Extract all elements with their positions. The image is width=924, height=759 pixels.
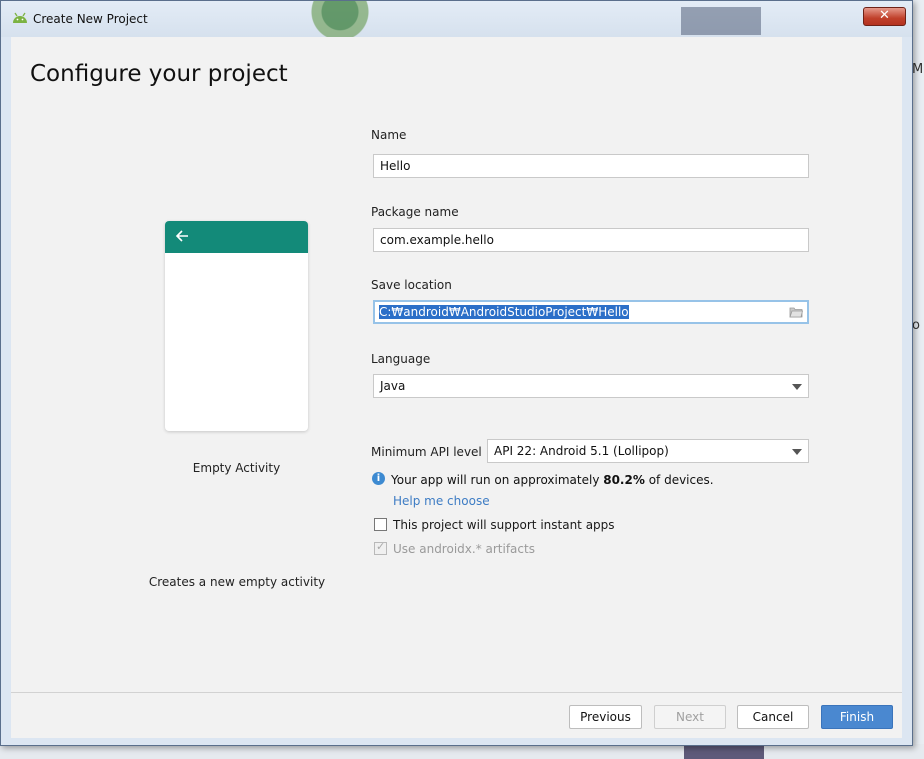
device-coverage-text: Your app will run on approximately 80.2%… [391, 473, 714, 487]
dialog-content: Configure your project Empty Activity Cr… [11, 37, 902, 738]
chevron-down-icon [792, 384, 802, 390]
save-location-label: Save location [371, 278, 452, 292]
help-me-choose-link[interactable]: Help me choose [393, 494, 490, 508]
language-label: Language [371, 352, 431, 366]
finish-button[interactable]: Finish [821, 705, 893, 729]
min-api-label: Minimum API level [371, 445, 482, 459]
save-location-field[interactable]: C:₩android₩AndroidStudioProject₩Hello [373, 300, 809, 324]
activity-name: Empty Activity [192, 461, 281, 475]
activity-description: Creates a new empty activity [148, 575, 326, 589]
create-project-dialog: Create New Project ✕ Configure your proj… [0, 0, 913, 746]
title-bar[interactable]: Create New Project ✕ [1, 1, 912, 37]
info-icon: i [372, 472, 385, 485]
previous-button[interactable]: Previous [569, 705, 642, 729]
preview-toolbar [165, 221, 308, 253]
instant-apps-checkbox[interactable] [374, 518, 387, 531]
package-name-field[interactable] [373, 228, 809, 252]
min-api-dropdown[interactable]: API 22: Android 5.1 (Lollipop) [487, 439, 809, 463]
background-blur [305, 1, 375, 37]
device-coverage-suffix: of devices. [644, 473, 714, 487]
activity-preview [165, 221, 308, 431]
checkmark-icon: ✓ [376, 540, 386, 553]
device-coverage-percent: 80.2% [603, 473, 645, 487]
save-location-value: C:₩android₩AndroidStudioProject₩Hello [379, 305, 629, 319]
close-icon: ✕ [879, 8, 890, 23]
androidx-label: Use androidx.* artifacts [393, 542, 535, 556]
androidx-checkbox-row: ✓ Use androidx.* artifacts [374, 540, 535, 556]
name-field[interactable] [373, 154, 809, 178]
chevron-down-icon [792, 449, 802, 455]
close-button[interactable]: ✕ [863, 7, 906, 26]
cancel-button[interactable]: Cancel [737, 705, 809, 729]
instant-apps-label: This project will support instant apps [393, 518, 615, 532]
androidx-checkbox: ✓ [374, 540, 387, 555]
device-coverage-prefix: Your app will run on approximately [391, 473, 604, 487]
background-taskbar [0, 744, 924, 759]
background-blur [681, 7, 761, 35]
android-studio-icon [13, 12, 27, 23]
background-glyph: M [912, 62, 924, 77]
language-dropdown[interactable]: Java [373, 374, 809, 398]
instant-apps-checkbox-row[interactable]: This project will support instant apps [374, 518, 615, 532]
language-value: Java [380, 379, 406, 393]
back-arrow-icon [175, 230, 188, 242]
folder-icon[interactable] [789, 306, 803, 318]
next-button[interactable]: Next [654, 705, 726, 729]
package-name-label: Package name [371, 205, 459, 219]
footer-divider [11, 692, 902, 693]
page-title: Configure your project [30, 61, 288, 87]
background-glyph: o [912, 318, 920, 333]
min-api-value: API 22: Android 5.1 (Lollipop) [494, 444, 669, 458]
window-title: Create New Project [33, 12, 148, 26]
name-label: Name [371, 128, 407, 142]
